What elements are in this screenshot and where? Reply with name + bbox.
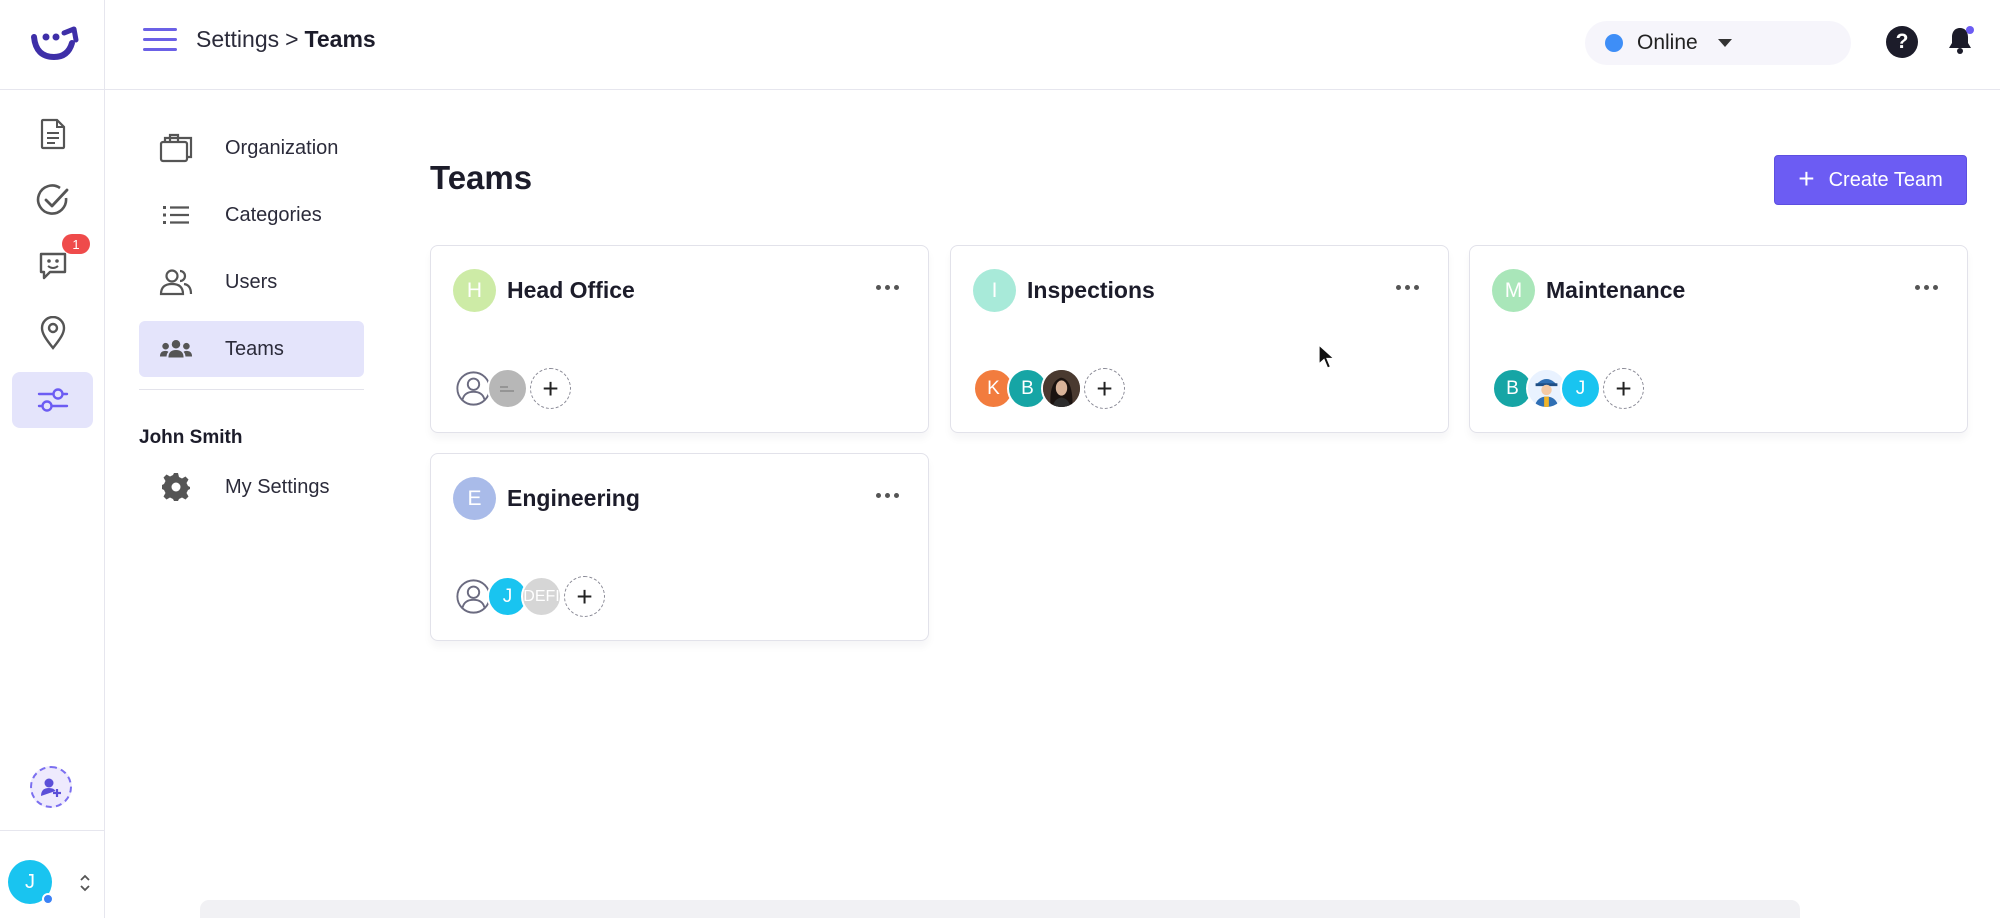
team-name: Head Office bbox=[507, 277, 635, 303]
messages-badge: 1 bbox=[62, 234, 90, 254]
more-options-button[interactable] bbox=[872, 480, 902, 510]
create-team-button[interactable]: + Create Team bbox=[1774, 155, 1967, 205]
breadcrumb-parent[interactable]: Settings bbox=[196, 26, 279, 53]
breadcrumb: Settings > Teams bbox=[196, 26, 376, 53]
team-initial-avatar: H bbox=[453, 269, 496, 312]
nav-label: Organization bbox=[225, 136, 339, 159]
plus-icon: + bbox=[1798, 162, 1815, 194]
team-members: B J + bbox=[1492, 368, 1644, 409]
user-photo-icon bbox=[1043, 370, 1080, 407]
rail-settings-button[interactable] bbox=[12, 372, 93, 428]
add-member-button[interactable]: + bbox=[564, 576, 605, 617]
nav-label: Users bbox=[225, 270, 278, 293]
rail-tasks-button[interactable] bbox=[12, 172, 93, 228]
team-card-header: H Head Office bbox=[453, 269, 635, 312]
more-dots-icon bbox=[875, 284, 881, 290]
team-card-header: E Engineering bbox=[453, 477, 640, 520]
nav-label: My Settings bbox=[225, 475, 330, 498]
nav-item-my-settings[interactable]: My Settings bbox=[139, 459, 364, 515]
create-team-label: Create Team bbox=[1828, 168, 1943, 191]
logo-icon bbox=[31, 26, 79, 61]
hamburger-icon bbox=[143, 28, 177, 31]
rail-divider bbox=[0, 89, 105, 90]
settings-nav: Organization Categories Users Teams John… bbox=[139, 120, 364, 526]
nav-divider bbox=[139, 389, 364, 390]
mouse-cursor-icon bbox=[1318, 344, 1336, 369]
rail-documents-button[interactable] bbox=[12, 106, 93, 162]
more-options-button[interactable] bbox=[1392, 272, 1422, 302]
team-card-header: M Maintenance bbox=[1492, 269, 1685, 312]
bottom-panel-edge bbox=[200, 900, 1800, 918]
team-members: J DEFI + bbox=[453, 576, 605, 617]
member-avatar-defi[interactable]: DEFI bbox=[521, 576, 562, 617]
nav-item-organization[interactable]: Organization bbox=[139, 120, 364, 176]
more-dots-icon bbox=[1914, 284, 1920, 290]
nav-item-users[interactable]: Users bbox=[139, 254, 364, 310]
team-card-maintenance[interactable]: M Maintenance B J + bbox=[1469, 245, 1968, 433]
nav-label: Teams bbox=[225, 337, 284, 360]
gear-icon bbox=[159, 472, 193, 502]
menu-toggle-button[interactable] bbox=[143, 28, 177, 54]
breadcrumb-separator: > bbox=[285, 26, 299, 52]
left-rail: 1 J bbox=[0, 0, 105, 918]
help-button[interactable]: ? bbox=[1886, 26, 1918, 58]
team-members: + bbox=[453, 368, 571, 409]
rail-messages-button[interactable]: 1 bbox=[12, 234, 93, 294]
image-thumbnail-icon bbox=[499, 385, 514, 392]
top-bar: Settings > Teams Online ? bbox=[105, 0, 2000, 90]
invite-user-button[interactable] bbox=[30, 766, 72, 808]
bell-icon bbox=[1949, 26, 1974, 54]
team-initial-avatar: E bbox=[453, 477, 496, 520]
team-initial-avatar: I bbox=[973, 269, 1016, 312]
nav-section-title: John Smith bbox=[139, 427, 243, 448]
status-dropdown[interactable]: Online bbox=[1585, 21, 1851, 65]
member-avatar-j[interactable]: J bbox=[1560, 368, 1601, 409]
nav-item-teams[interactable]: Teams bbox=[139, 321, 364, 377]
caret-down-icon bbox=[1717, 39, 1732, 47]
presence-dot bbox=[42, 893, 54, 905]
add-member-button[interactable]: + bbox=[1603, 368, 1644, 409]
nav-item-categories[interactable]: Categories bbox=[139, 187, 364, 243]
team-name: Maintenance bbox=[1546, 277, 1686, 303]
sliders-icon bbox=[37, 388, 68, 412]
nav-label: Categories bbox=[225, 203, 322, 226]
app-logo[interactable] bbox=[26, 18, 82, 68]
team-name: Engineering bbox=[507, 485, 640, 511]
more-options-button[interactable] bbox=[872, 272, 902, 302]
status-label: Online bbox=[1637, 31, 1698, 54]
team-card-head-office[interactable]: H Head Office + bbox=[430, 245, 929, 433]
team-card-inspections[interactable]: I Inspections K B + bbox=[950, 245, 1449, 433]
more-dots-icon bbox=[875, 492, 881, 498]
team-icon bbox=[159, 334, 193, 364]
team-initial-avatar: M bbox=[1492, 269, 1535, 312]
list-icon bbox=[159, 200, 193, 230]
more-dots-icon bbox=[1395, 284, 1401, 290]
page-title: Teams bbox=[430, 159, 533, 196]
member-avatar-photo[interactable] bbox=[1041, 368, 1082, 409]
more-options-button[interactable] bbox=[1911, 272, 1941, 302]
team-card-header: I Inspections bbox=[973, 269, 1155, 312]
team-card-engineering[interactable]: E Engineering J DEFI + bbox=[430, 453, 929, 641]
check-circle-icon bbox=[36, 184, 68, 215]
briefcase-icon bbox=[159, 133, 193, 163]
rail-locations-button[interactable] bbox=[12, 305, 93, 361]
users-icon bbox=[159, 267, 193, 297]
status-indicator bbox=[1605, 34, 1623, 52]
chat-face-icon bbox=[39, 252, 66, 280]
rail-footer-divider bbox=[0, 830, 105, 831]
notifications-button[interactable] bbox=[1944, 24, 1978, 58]
breadcrumb-current: Teams bbox=[304, 26, 376, 52]
team-name: Inspections bbox=[1027, 277, 1155, 303]
help-icon: ? bbox=[1895, 30, 1909, 53]
document-icon bbox=[40, 118, 65, 150]
add-member-button[interactable]: + bbox=[530, 368, 571, 409]
chevron-up-down-icon bbox=[80, 874, 90, 892]
team-members: K B + bbox=[973, 368, 1125, 409]
add-user-icon bbox=[41, 778, 61, 797]
member-avatar-image[interactable] bbox=[487, 368, 528, 409]
map-pin-icon bbox=[40, 316, 65, 350]
add-member-button[interactable]: + bbox=[1084, 368, 1125, 409]
account-switch-button[interactable] bbox=[78, 872, 92, 894]
